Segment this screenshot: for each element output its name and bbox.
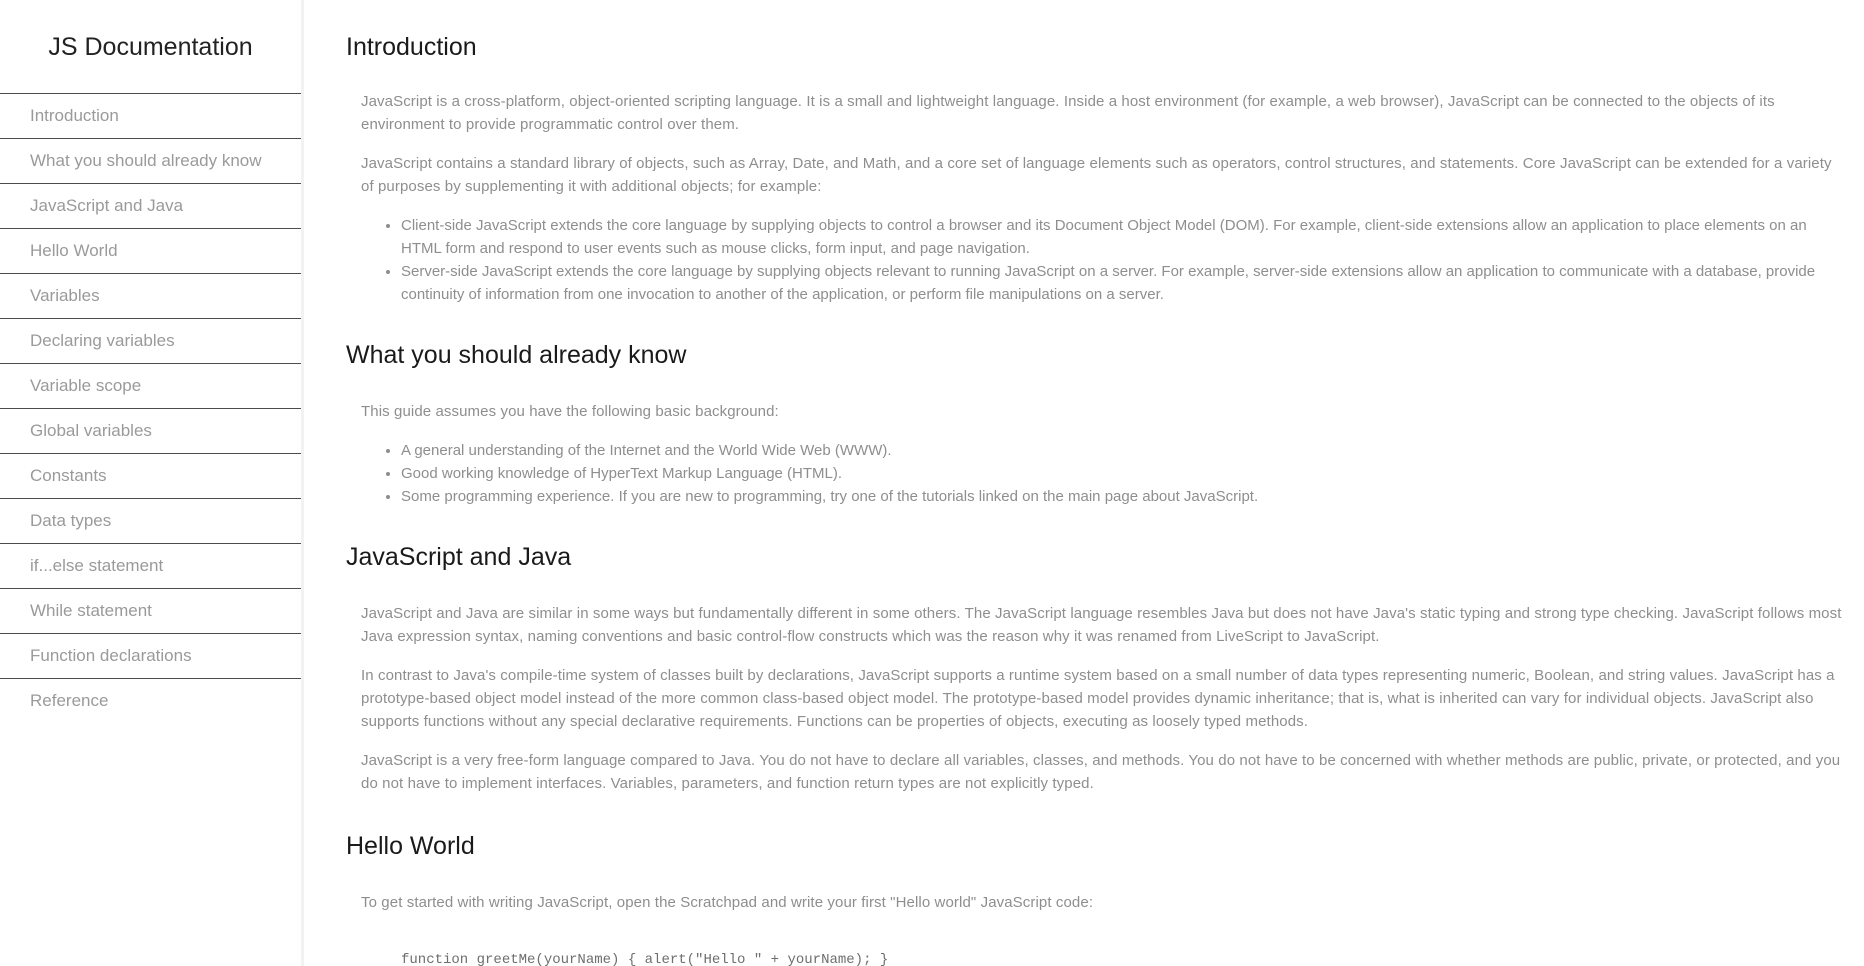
section-body: This guide assumes you have the followin…: [346, 370, 1846, 508]
main-doc: Introduction JavaScript is a cross-platf…: [346, 0, 1846, 966]
nav-link-introduction[interactable]: Introduction: [0, 94, 301, 139]
list-item: Some programming experience. If you are …: [401, 485, 1846, 508]
bullet-list: Client-side JavaScript extends the core …: [361, 214, 1846, 306]
section-body: JavaScript and Java are similar in some …: [346, 572, 1846, 795]
nav-link-if-else-statement[interactable]: if...else statement: [0, 544, 301, 589]
paragraph: JavaScript is a very free-form language …: [361, 752, 1841, 792]
bullet-list: A general understanding of the Internet …: [361, 439, 1846, 508]
nav-link-javascript-and-java[interactable]: JavaScript and Java: [0, 184, 301, 229]
section-title: What you should already know: [346, 341, 687, 369]
section-javascript-and-java: JavaScript and Java JavaScript and Java …: [346, 508, 1846, 795]
section-title: JavaScript and Java: [346, 543, 572, 571]
nav-link-constants[interactable]: Constants: [0, 454, 301, 499]
section-title: Hello World: [346, 832, 475, 860]
paragraph: JavaScript and Java are similar in some …: [361, 605, 1842, 645]
nav-link-while-statement[interactable]: While statement: [0, 589, 301, 634]
code-block: function greetMe(yourName) { alert("Hell…: [401, 952, 889, 966]
section-what-you-should-already-know: What you should already know This guide …: [346, 306, 1846, 508]
paragraph: JavaScript contains a standard library o…: [361, 155, 1832, 195]
paragraph: To get started with writing JavaScript, …: [361, 894, 1094, 911]
nav-link-declaring-variables[interactable]: Declaring variables: [0, 319, 301, 364]
section-body: To get started with writing JavaScript, …: [346, 861, 1846, 966]
nav-link-variable-scope[interactable]: Variable scope: [0, 364, 301, 409]
nav-link-reference[interactable]: Reference: [0, 679, 301, 724]
section-hello-world: Hello World To get started with writing …: [346, 811, 1846, 966]
nav-link-variables[interactable]: Variables: [0, 274, 301, 319]
section-body: JavaScript is a cross-platform, object-o…: [346, 62, 1846, 306]
list-item: Good working knowledge of HyperText Mark…: [401, 462, 1846, 485]
list-item: A general understanding of the Internet …: [401, 439, 1846, 462]
paragraph: In contrast to Java's compile-time syste…: [361, 667, 1835, 730]
nav-link-global-variables[interactable]: Global variables: [0, 409, 301, 454]
paragraph: JavaScript is a cross-platform, object-o…: [361, 93, 1775, 133]
section-title: Introduction: [346, 33, 477, 61]
navbar: JS Documentation Introduction What you s…: [0, 0, 304, 966]
list-item: Server-side JavaScript extends the core …: [401, 260, 1846, 306]
paragraph: This guide assumes you have the followin…: [361, 403, 779, 420]
navbar-title: JS Documentation: [0, 0, 301, 94]
section-introduction: Introduction JavaScript is a cross-platf…: [346, 0, 1846, 306]
list-item: Client-side JavaScript extends the core …: [401, 214, 1846, 260]
nav-link-what-you-should-already-know[interactable]: What you should already know: [0, 139, 301, 184]
nav-link-data-types[interactable]: Data types: [0, 499, 301, 544]
nav-link-hello-world[interactable]: Hello World: [0, 229, 301, 274]
nav-link-function-declarations[interactable]: Function declarations: [0, 634, 301, 679]
